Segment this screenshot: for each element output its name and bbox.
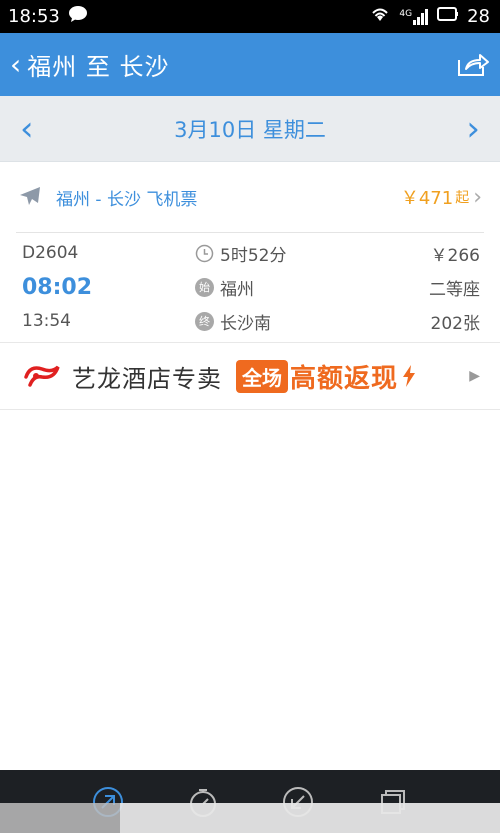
back-icon[interactable]: ‹ <box>10 50 21 79</box>
duration-row: 5时52分 <box>195 241 287 266</box>
play-triangle-icon: ▶ <box>469 368 480 384</box>
signal-icon: 4G <box>399 8 429 25</box>
status-time: 18:53 <box>8 6 60 27</box>
battery-icon <box>437 5 459 28</box>
share-icon[interactable] <box>456 52 490 78</box>
train-item[interactable]: D2604 08:02 13:54 5时52分 始 福州 终 长沙南 ￥266 … <box>0 241 500 334</box>
arrive-time: 13:54 <box>22 311 71 331</box>
clock-icon <box>195 244 214 263</box>
seat-class: 二等座 <box>429 279 480 300</box>
promo-text: 高额返现 <box>290 363 399 394</box>
status-left: 18:53 <box>8 5 88 28</box>
current-date[interactable]: 3月10日 星期二 <box>174 114 326 144</box>
flight-price-group: ￥471 起 › <box>401 184 482 210</box>
battery-level: 28 <box>467 6 490 27</box>
train-number: D2604 <box>22 243 79 263</box>
chevron-right-icon: › <box>473 184 482 210</box>
chat-icon <box>68 5 88 28</box>
from-station: 福州 <box>220 279 254 300</box>
banner-brand: 艺龙酒店专卖 <box>72 364 222 393</box>
status-right: 4G 28 <box>369 5 490 28</box>
from-station-row: 始 福州 <box>195 275 286 300</box>
airplane-icon <box>18 185 42 209</box>
end-badge-icon: 终 <box>195 311 214 331</box>
train-times: D2604 08:02 13:54 <box>22 241 92 333</box>
wifi-icon <box>369 5 391 28</box>
flight-price-suffix: 起 <box>455 190 470 206</box>
tickets-left: 202张 <box>430 313 480 334</box>
flight-option[interactable]: 福州 - 长沙 飞机票 ￥471 起 › <box>0 163 500 231</box>
to-station-row: 终 长沙南 <box>195 309 286 334</box>
date-nav: ‹ 3月10日 星期二 › <box>0 96 500 162</box>
next-day-button[interactable]: › <box>466 112 480 146</box>
bottom-overlay <box>0 803 500 833</box>
flight-price: ￥471 <box>400 188 454 209</box>
lightning-icon <box>402 365 416 387</box>
train-fare: ￥266 二等座 202张 <box>429 241 480 334</box>
status-bar: 18:53 4G 28 <box>0 0 500 33</box>
network-type: 4G <box>399 8 413 19</box>
flight-title: 福州 - 长沙 飞机票 <box>56 189 198 210</box>
start-badge-icon: 始 <box>195 277 214 297</box>
divider <box>16 232 484 233</box>
elong-logo-icon <box>22 363 62 389</box>
to-station: 长沙南 <box>220 313 271 334</box>
prev-day-button[interactable]: ‹ <box>20 112 34 146</box>
promo-tag: 全场 <box>236 359 288 393</box>
train-stations: 5时52分 始 福州 终 长沙南 <box>195 241 287 334</box>
page-title: 福州 至 长沙 <box>27 53 170 81</box>
title-bar: ‹ 福州 至 长沙 <box>0 33 500 96</box>
depart-time: 08:02 <box>22 274 93 300</box>
ticket-price: ￥266 <box>430 245 480 266</box>
overlay-highlight <box>120 803 500 833</box>
hotel-promo-banner[interactable]: 艺龙酒店专卖 全场 高额返现 ▶ <box>0 342 500 410</box>
duration: 5时52分 <box>220 245 287 266</box>
